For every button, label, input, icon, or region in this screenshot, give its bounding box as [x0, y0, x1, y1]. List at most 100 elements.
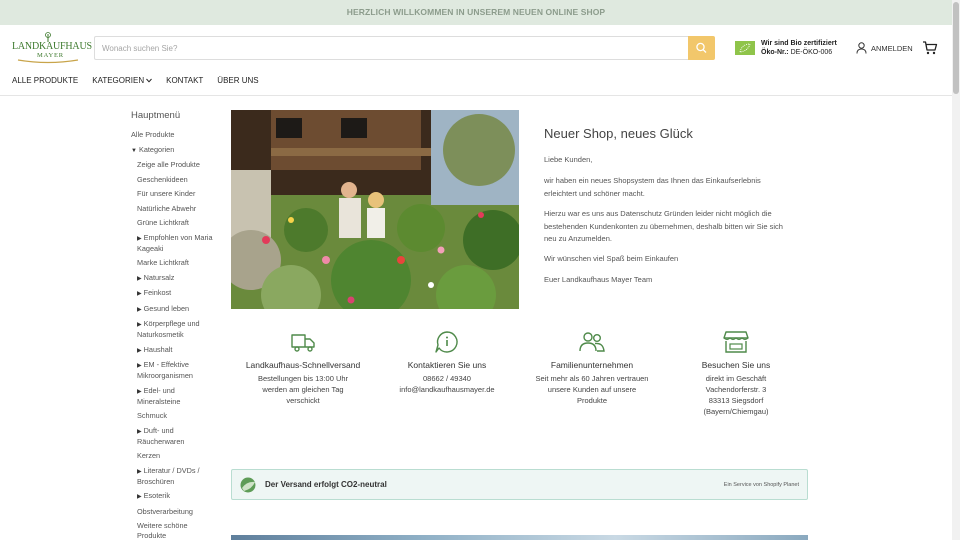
feature-line: 83313 Siegsdorf — [708, 396, 764, 405]
sidebar-item-label: Literatur / DVDs / Broschüren — [137, 465, 200, 486]
welcome-paragraph-3: Wir wünschen viel Spaß beim Einkaufen — [544, 254, 679, 263]
feature-family: Familienunternehmen Seit mehr als 60 Jah… — [527, 330, 657, 406]
logo[interactable]: LANDKAUFHAUS MAYER — [12, 32, 92, 64]
sidebar-item[interactable]: Kerzen — [131, 451, 213, 461]
feature-visit: Besuchen Sie uns direkt im Geschäft Vach… — [671, 330, 801, 417]
caret-right-icon: ▶ — [137, 388, 142, 395]
sidebar-item-label: Gesund leben — [143, 303, 190, 313]
feature-shipping-title: Landkaufhaus-Schnellversand — [245, 360, 361, 370]
page-scrollbar[interactable] — [952, 0, 960, 540]
bio-code-value: DE-ÖKO-006 — [790, 49, 833, 56]
planet-icon — [240, 477, 256, 493]
scrollbar-thumb[interactable] — [953, 2, 959, 94]
feature-line: werden am gleichen Tag — [262, 385, 344, 394]
sidebar-item[interactable]: ▶ Haushalt — [131, 345, 213, 356]
caret-down-icon: ▼ — [131, 147, 137, 154]
email-link[interactable]: info@landkaufhausmayer.de — [382, 384, 512, 395]
cart-button[interactable] — [922, 40, 938, 56]
sidebar-item-label: Natürliche Abwehr — [137, 203, 197, 213]
people-icon — [579, 332, 605, 352]
nav-contact[interactable]: KONTAKT — [166, 76, 203, 85]
sidebar-item[interactable]: ▶ Esoterik — [131, 491, 213, 502]
sidebar-item[interactable]: Marke Lichtkraft — [131, 258, 213, 268]
sidebar-item-label: EM - Effektive Mikroorganismen — [137, 360, 193, 380]
sidebar-item[interactable]: Obstverarbeitung — [131, 507, 213, 517]
caret-right-icon: ▶ — [137, 494, 142, 500]
welcome-title: Neuer Shop, neues Glück — [544, 126, 693, 141]
sidebar-item-label: Natursalz — [143, 272, 175, 282]
sidebar-item-label: Alle Produkte — [131, 130, 175, 139]
sidebar-item-label: Marke Lichtkraft — [137, 258, 189, 267]
sidebar-item-label: Grüne Lichtkraft — [137, 218, 189, 227]
sidebar-item[interactable]: ▶ Empfohlen von Maria Kageaki — [131, 233, 213, 254]
sidebar-item[interactable]: Alle Produkte — [131, 130, 213, 140]
feature-line: verschickt — [286, 396, 320, 405]
welcome-signature: Euer Landkaufhaus Mayer Team — [544, 275, 653, 284]
feature-family-text: Seit mehr als 60 Jahren vertrauen unsere… — [527, 373, 657, 406]
sidebar-item-label: Weitere schöne Produkte — [137, 521, 188, 540]
sidebar-item[interactable]: ▶ Literatur / DVDs / Broschüren — [131, 466, 213, 487]
welcome-paragraph-2: Hierzu war es uns aus Datenschutz Gründe… — [544, 209, 783, 243]
info-chat-icon — [435, 331, 458, 353]
sidebar-item-label: Obstverarbeitung — [137, 506, 193, 516]
sidebar-item[interactable]: Für unsere Kinder — [131, 189, 213, 199]
sidebar-item-label: Edel- und Mineralsteine — [137, 385, 181, 406]
nav-about[interactable]: ÜBER UNS — [217, 76, 258, 85]
sidebar-item-label: Haushalt — [143, 344, 173, 354]
feature-line: (Bayern/Chiemgau) — [703, 407, 769, 416]
logo-text: LANDKAUFHAUS — [12, 41, 92, 52]
sidebar-item[interactable]: ▶ Natursalz — [131, 273, 213, 284]
welcome-paragraph-1: wir haben ein neues Shopsystem das Ihnen… — [544, 176, 761, 198]
feature-contact-text: 08662 / 49340 info@landkaufhausmayer.de — [382, 373, 512, 395]
phone-number[interactable]: 08662 / 49340 — [382, 373, 512, 384]
announcement-bar: HERZLICH WILLKOMMEN IN UNSEREM NEUEN ONL… — [0, 0, 952, 25]
sidebar-item[interactable]: Weitere schöne Produkte — [131, 521, 213, 540]
header-divider — [0, 95, 952, 96]
feature-line: Vachendorferstr. 3 — [705, 385, 767, 394]
feature-line: direkt im Geschäft — [705, 374, 767, 383]
chevron-down-icon — [146, 78, 152, 83]
sidebar-item[interactable]: ▶ Edel- und Mineralsteine — [131, 386, 213, 407]
feature-line: Produkte — [576, 396, 608, 405]
sidebar-item-label: Feinkost — [143, 288, 172, 297]
search-button[interactable] — [688, 36, 715, 60]
sidebar-item[interactable]: ▶ Feinkost — [131, 288, 213, 299]
sidebar-item[interactable]: ▶ Körperpflege und Naturkosmetik — [131, 319, 213, 340]
feature-visit-title: Besuchen Sie uns — [701, 360, 771, 370]
truck-icon — [291, 334, 315, 352]
bio-code-label: Öko-Nr.: — [761, 49, 789, 56]
sidebar-item[interactable]: Grüne Lichtkraft — [131, 218, 213, 228]
sidebar-item-label: Geschenkideen — [137, 174, 188, 184]
nav-all-products[interactable]: ALLE PRODUKTE — [12, 76, 78, 85]
sidebar-item-label: Esoterik — [143, 491, 170, 500]
sidebar-item[interactable]: Natürliche Abwehr — [131, 204, 213, 214]
caret-right-icon: ▶ — [137, 291, 142, 297]
sidebar-item[interactable]: ▶ Duft- und Räucherwaren — [131, 426, 213, 447]
bio-code: Öko-Nr.: DE-ÖKO-006 — [761, 49, 832, 56]
banner-image-partial — [231, 535, 808, 540]
caret-right-icon: ▶ — [137, 306, 142, 313]
logo-subtext: MAYER — [37, 52, 64, 59]
feature-visit-text: direkt im Geschäft Vachendorferstr. 3 83… — [671, 373, 801, 417]
sidebar-item[interactable]: ▶ EM - Effektive Mikroorganismen — [131, 360, 213, 381]
search-input[interactable] — [94, 36, 688, 60]
sidebar-item-label: Kategorien — [138, 144, 175, 154]
login-link[interactable]: ANMELDEN — [856, 42, 913, 54]
shopify-planet-link[interactable]: Ein Service von Shopify Planet — [724, 482, 799, 488]
sidebar-menu: Alle Produkte ▼ Kategorien Zeige alle Produ… — [131, 130, 213, 540]
caret-right-icon: ▶ — [137, 347, 142, 354]
feature-shipping: Landkaufhaus-Schnellversand Bestellungen… — [238, 330, 368, 406]
feature-family-title: Familienunternehmen — [550, 360, 634, 370]
nav-categories-label: KATEGORIEN — [92, 76, 145, 85]
bio-title: Wir sind Bio zertifiziert — [761, 40, 837, 47]
nav-categories[interactable]: KATEGORIEN — [92, 76, 152, 85]
main-nav: ALLE PRODUKTE KATEGORIEN KONTAKT ÜBER UN… — [12, 76, 259, 85]
sidebar-item[interactable]: Geschenkideen — [131, 175, 213, 185]
sidebar-item[interactable]: Schmuck — [131, 411, 213, 421]
eu-organic-leaf-icon — [735, 41, 755, 55]
caret-right-icon: ▶ — [137, 468, 142, 475]
sidebar-item[interactable]: Zeige alle Produkte — [131, 160, 213, 170]
sidebar-item[interactable]: ▼ Kategorien — [131, 145, 213, 156]
sidebar-item[interactable]: ▶ Gesund leben — [131, 304, 213, 315]
sidebar-item-label: Zeige alle Produkte — [137, 160, 200, 169]
